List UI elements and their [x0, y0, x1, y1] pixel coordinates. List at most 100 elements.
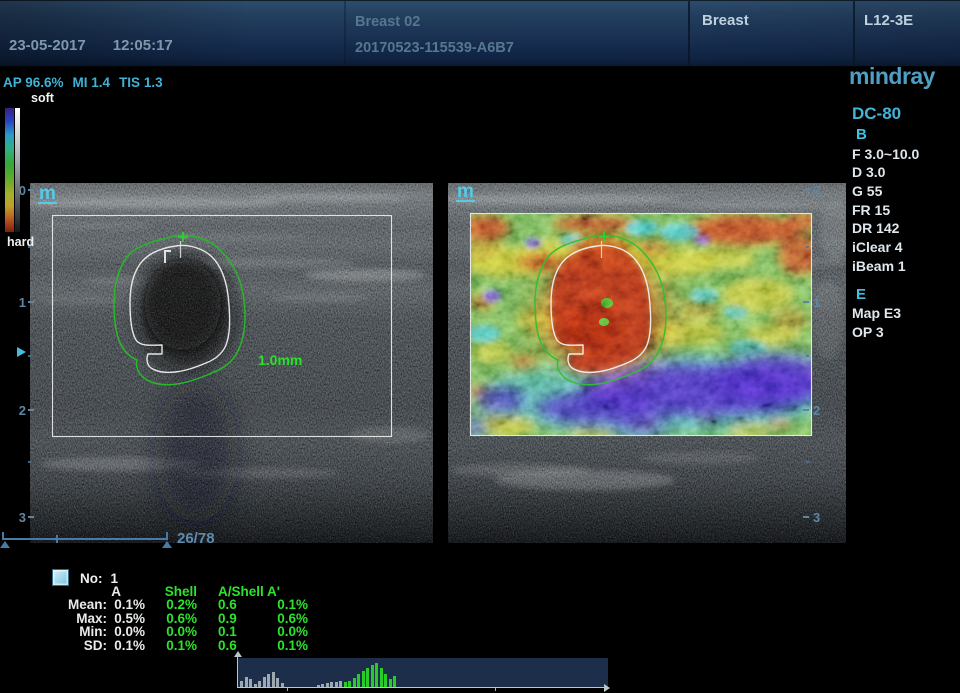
- depth-tick: [803, 301, 809, 303]
- histogram-x-axis-arrow-icon: [604, 684, 610, 692]
- cine-start-handle[interactable]: [0, 541, 10, 548]
- col-header-shell: Shell: [147, 585, 199, 598]
- exam-type: Breast 02: [355, 9, 514, 35]
- ultrasound-screen: 23-05-2017 12:05:17 Breast 02 20170523-1…: [0, 0, 960, 693]
- ap-value: AP 96.6%: [3, 75, 64, 90]
- row-label: Max:: [30, 612, 107, 625]
- left-orientation-marker: m: [38, 186, 57, 204]
- b-mode-header: B: [852, 126, 958, 145]
- acoustic-output-status: AP 96.6% MI 1.4 TIS 1.3: [3, 75, 163, 90]
- histogram-bar: [371, 665, 374, 687]
- histogram-bar: [393, 676, 396, 687]
- sd-a: 0.1%: [107, 639, 147, 652]
- histogram-bar: [375, 663, 378, 687]
- gray-scale-bar: [15, 108, 20, 232]
- right-orientation-marker: m: [456, 184, 475, 202]
- strain-results-table: A Shell A/Shell A' Mean: 0.1% 0.2% 0.6 0…: [30, 585, 309, 652]
- cine-end-handle[interactable]: [162, 541, 172, 548]
- cine-track[interactable]: [2, 538, 168, 540]
- elasto-color-scale: [5, 108, 14, 232]
- param-iclear: iClear 4: [852, 238, 958, 257]
- mi-value: MI 1.4: [73, 75, 111, 90]
- histogram-axis-tick: [287, 688, 288, 691]
- e-mode-header: E: [852, 286, 958, 305]
- histogram-axis-tick: [495, 688, 496, 691]
- shell-distance-label: 1.0mm: [258, 352, 302, 368]
- histogram-bar: [353, 678, 356, 687]
- min-a-prime: 0.0%: [257, 625, 309, 638]
- param-op: OP 3: [852, 323, 958, 342]
- depth-tick: [28, 301, 34, 303]
- max-a: 0.5%: [107, 612, 147, 625]
- param-depth: D 3.0: [852, 163, 958, 182]
- overlay-layer: 23-05-2017 12:05:17 Breast 02 20170523-1…: [0, 0, 960, 693]
- no-label: No:: [80, 571, 103, 586]
- histogram-bar: [245, 677, 248, 687]
- max-a-prime: 0.6%: [257, 612, 309, 625]
- depth-minor-tick: [806, 246, 809, 248]
- depth-tick: [28, 516, 34, 518]
- sd-a-prime: 0.1%: [257, 639, 309, 652]
- depth-tick: [28, 409, 34, 411]
- depth-label: 1: [813, 295, 827, 310]
- cine-end-mark: [166, 532, 168, 540]
- histogram-bar: [249, 679, 252, 687]
- depth-tick: [28, 189, 34, 191]
- histogram-bar: [267, 674, 270, 687]
- depth-minor-tick: [806, 355, 809, 357]
- histogram-bar: [366, 668, 369, 687]
- histogram-bar: [380, 668, 383, 687]
- topbar-divider: [688, 0, 690, 66]
- scale-soft-label: soft: [31, 91, 54, 105]
- sd-shell: 0.1%: [147, 639, 199, 652]
- cine-start-mark: [2, 532, 4, 540]
- param-dynamic-range: DR 142: [852, 219, 958, 238]
- histogram-bars: [240, 660, 604, 687]
- imaging-parameters: B F 3.0~10.0 D 3.0 G 55 FR 15 DR 142 iCl…: [852, 126, 958, 342]
- param-map: Map E3: [852, 304, 958, 323]
- exam-date: 23-05-2017: [9, 37, 86, 54]
- preset-label: Breast: [702, 12, 749, 29]
- histogram-bar: [357, 674, 360, 687]
- system-model: DC-80: [852, 104, 901, 124]
- topbar-divider: [853, 0, 855, 66]
- row-label: Mean:: [30, 598, 107, 611]
- depth-minor-tick: [28, 461, 31, 463]
- mean-a-shell: 0.6: [199, 598, 257, 611]
- min-a: 0.0%: [107, 625, 147, 638]
- depth-minor-tick: [806, 461, 809, 463]
- topbar-divider: [344, 0, 346, 66]
- sd-a-shell: 0.6: [199, 639, 257, 652]
- mindray-logo: mindray: [849, 63, 935, 90]
- param-gain: G 55: [852, 182, 958, 201]
- depth-minor-tick: [28, 246, 31, 248]
- histogram-x-axis: [237, 687, 605, 688]
- histogram-y-axis: [237, 657, 238, 688]
- mean-a: 0.1%: [107, 598, 147, 611]
- focus-position-marker: [17, 347, 26, 357]
- exam-info: Breast 02 20170523-115539-A6B7: [355, 9, 514, 61]
- histogram-bar: [389, 679, 392, 687]
- histogram-y-axis-arrow-icon: [234, 651, 242, 657]
- param-ibeam: iBeam 1: [852, 257, 958, 276]
- depth-tick: [803, 516, 809, 518]
- depth-tick: [803, 409, 809, 411]
- mean-shell: 0.2%: [147, 598, 199, 611]
- depth-label: 0: [813, 183, 827, 198]
- mean-a-prime: 0.1%: [257, 598, 309, 611]
- max-a-shell: 0.9: [199, 612, 257, 625]
- exam-id: 20170523-115539-A6B7: [355, 35, 514, 61]
- histogram-bar: [276, 678, 279, 687]
- cine-current-frame-mark[interactable]: [56, 535, 58, 543]
- param-framerate: FR 15: [852, 201, 958, 220]
- col-header-a: A: [107, 585, 147, 598]
- min-a-shell: 0.1: [199, 625, 257, 638]
- row-label: Min:: [30, 625, 107, 638]
- datetime: 23-05-2017 12:05:17: [9, 37, 173, 54]
- histogram-bar: [362, 671, 365, 687]
- measurement-checkbox[interactable]: [52, 569, 69, 586]
- histogram-bar: [384, 674, 387, 687]
- depth-minor-tick: [28, 355, 31, 357]
- col-header-a-prime: A': [257, 585, 309, 598]
- depth-label: 3: [12, 510, 26, 525]
